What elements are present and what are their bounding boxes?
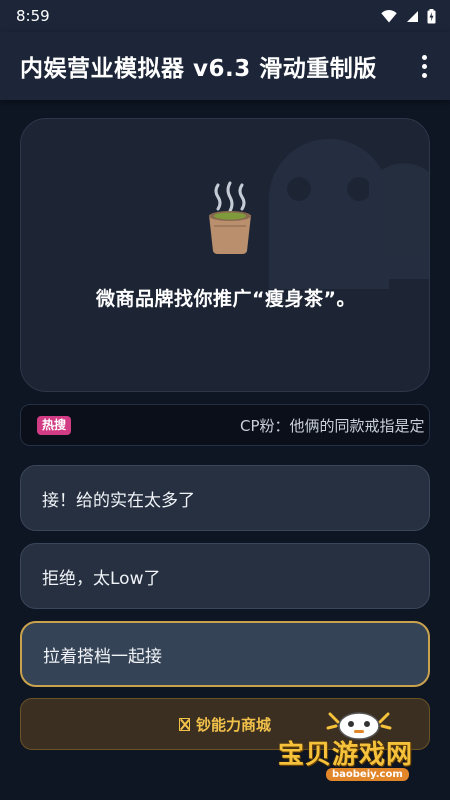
status-icons bbox=[381, 8, 436, 24]
watermark-brand: 宝贝游戏网 bbox=[278, 740, 414, 770]
site-watermark: 宝贝游戏网 baobeiy.com bbox=[272, 706, 432, 786]
cellular-signal-icon bbox=[407, 10, 418, 22]
app-title: 内娱营业模拟器 v6.3 滑动重制版 bbox=[20, 56, 377, 82]
choice-accept-button[interactable]: 接！给的实在太多了 bbox=[20, 465, 430, 531]
shop-label: 钞能力商城 bbox=[195, 715, 271, 734]
ghost-watermark-icon bbox=[269, 139, 429, 289]
status-time: 8:59 bbox=[16, 7, 50, 25]
wifi-icon bbox=[381, 9, 397, 22]
app-bar: 内娱营业模拟器 v6.3 滑动重制版 bbox=[0, 32, 450, 100]
hot-search-ticker: 热搜 CP粉：他俩的同款戒指是定 bbox=[20, 404, 430, 446]
watermark-url: baobeiy.com bbox=[326, 768, 409, 781]
choice-with-partner-button[interactable]: 拉着搭档一起接 bbox=[20, 621, 430, 687]
status-bar: 8:59 bbox=[0, 0, 450, 32]
tea-cup-icon bbox=[209, 181, 251, 254]
hot-search-badge: 热搜 bbox=[37, 416, 72, 435]
choice-reject-button[interactable]: 拒绝，太Low了 bbox=[20, 543, 430, 609]
event-card[interactable]: 微商品牌找你推广“瘦身茶”。 bbox=[20, 118, 430, 392]
event-text: 微商品牌找你推广“瘦身茶”。 bbox=[96, 288, 356, 310]
money-box-icon bbox=[178, 717, 190, 731]
more-options-icon[interactable] bbox=[412, 46, 436, 86]
battery-charging-icon bbox=[427, 8, 436, 23]
ticker-text: CP粉：他俩的同款戒指是定 bbox=[240, 417, 425, 435]
